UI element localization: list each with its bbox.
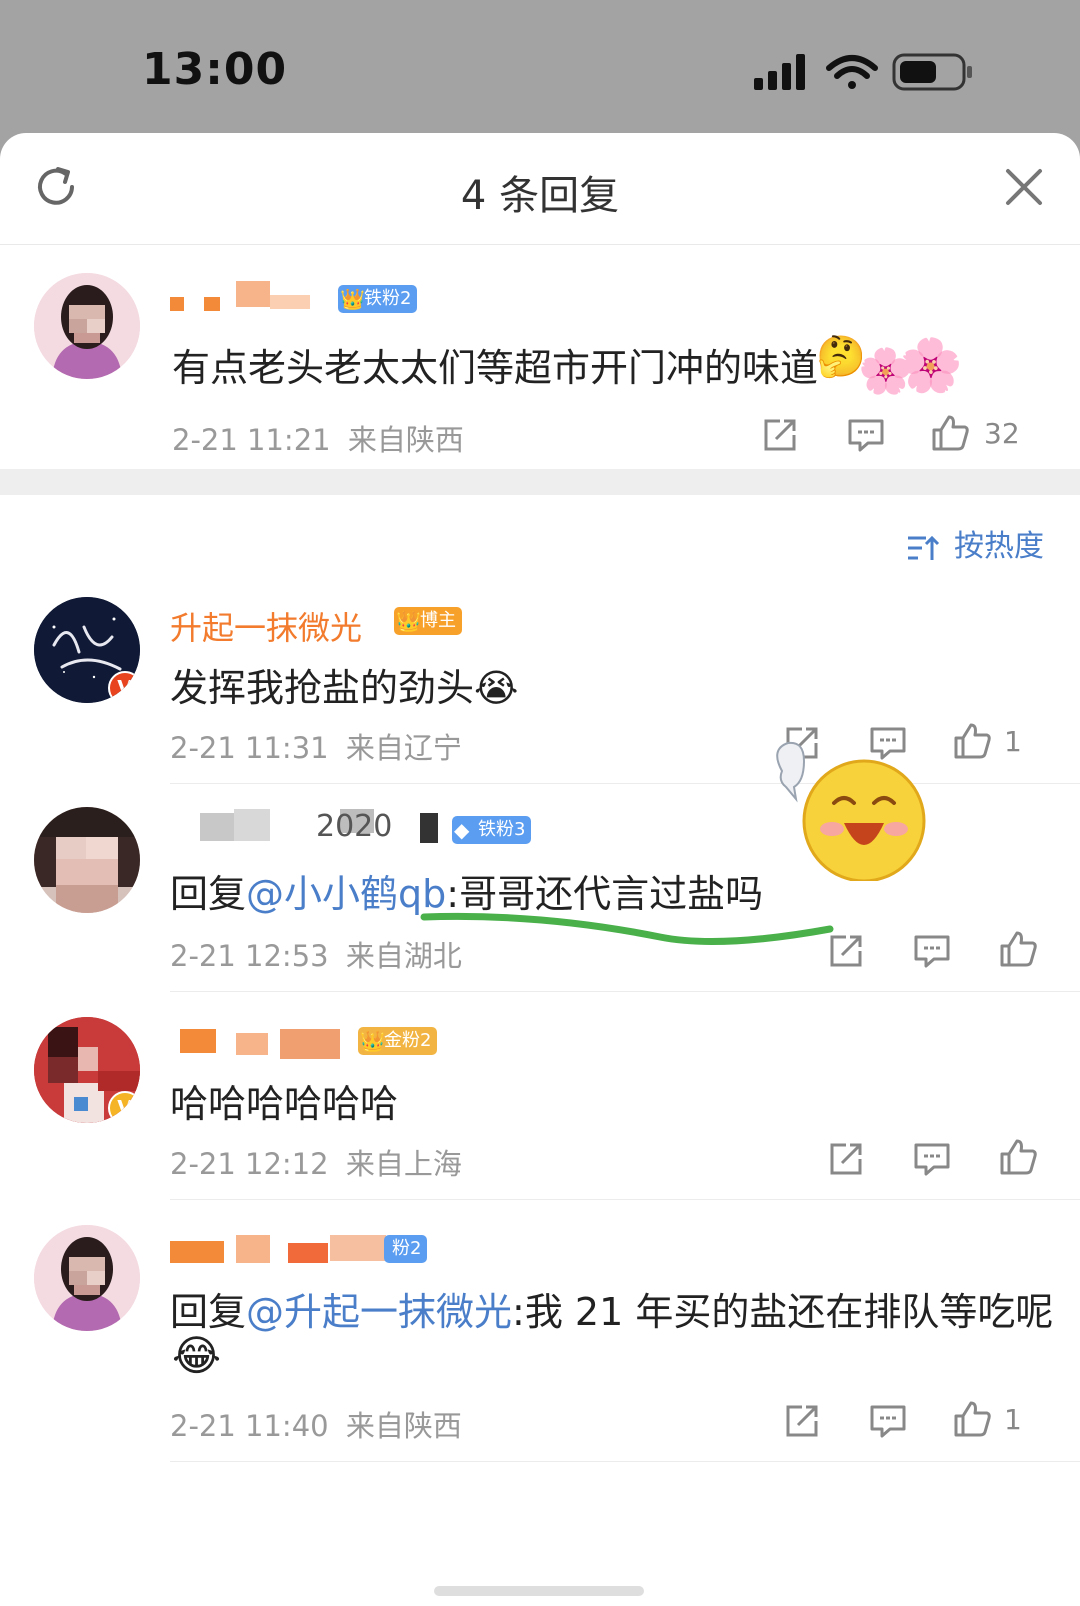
divider [170,1461,1080,1462]
sheet-header: 4 条回复 [0,133,1080,245]
crown-icon: 👑 [360,1029,385,1053]
comment-button[interactable] [846,415,886,459]
comment-meta: 2-21 12:12 来自上海 [170,1147,462,1181]
mention-link[interactable]: @小小鹤qb [246,872,446,916]
like-icon [932,415,969,451]
share-icon [786,1405,818,1437]
share-icon [764,419,796,451]
wifi-icon [826,55,878,89]
like-button[interactable] [952,1399,992,1443]
emoji-laughing-icon: 😂 [172,1331,222,1380]
like-icon [954,723,991,759]
avatar[interactable] [34,273,140,379]
like-button[interactable] [998,929,1038,973]
like-icon [1000,1139,1037,1175]
like-count: 1 [1004,1403,1022,1436]
comment-button[interactable] [912,1139,952,1183]
avatar[interactable] [34,1225,140,1331]
comment-meta: 2-21 12:53 来自湖北 [170,939,462,973]
avatar[interactable]: V [34,1017,140,1123]
home-indicator [434,1586,644,1596]
section-gap [0,469,1080,495]
divider [170,991,1080,992]
avatar[interactable] [34,807,140,913]
sheet-title: 4 条回复 [460,173,620,219]
status-bar: 13:00 [0,0,1080,135]
fan-badge: 👑 金粉2 [358,1027,438,1055]
green-underline-annotation [420,912,834,945]
verified-badge-icon: V [108,1091,140,1123]
username[interactable]: 升起一抹微光 [170,603,362,649]
divider [170,1199,1080,1200]
comment-icon [914,1143,950,1176]
emoji-crying-icon: 😭 [474,666,519,710]
reply-sheet: 4 条回复 👑 铁粉2 有点老头老太太们等超市开门冲的味道 🤔 🌸 🌸 2-21… [0,133,1080,1606]
comment-icon [870,1405,906,1438]
comment-text: 有点老头老太太们等超市开门冲的味道 [172,346,819,390]
share-button[interactable] [782,1401,822,1445]
sort-button[interactable]: 按热度 [906,521,1044,565]
comment-text: 回复@升起一抹微光:我 21 年买的盐还在排队等吃呢 [170,1290,1054,1334]
blogger-badge: 👑 博主 [394,607,462,635]
comment-button[interactable] [912,931,952,975]
username-obscured[interactable] [170,1231,390,1271]
like-button[interactable] [930,413,970,457]
comment-text: 发挥我抢盐的劲头😭 [170,666,519,710]
like-count: 1 [1004,725,1022,758]
comment-icon [848,419,884,452]
battery-icon [892,53,972,91]
close-icon[interactable] [1002,165,1046,209]
emoji-happy-sticker-icon [776,741,926,881]
username-obscured[interactable] [170,275,330,315]
root-comment: 👑 铁粉2 有点老头老太太们等超市开门冲的味道 🤔 🌸 🌸 2-21 11:21… [0,245,1080,469]
avatar[interactable]: V [34,597,140,703]
comment-button[interactable] [868,1401,908,1445]
sort-icon [908,535,940,560]
comment-meta: 2-21 11:40 来自陕西 [170,1409,462,1443]
share-icon [830,935,862,967]
share-icon [830,1143,862,1175]
signal-icon [754,54,805,90]
verified-badge-icon: V [108,671,140,703]
crown-icon: 👑 [340,287,365,311]
comment-meta: 2-21 11:31 来自辽宁 [170,731,462,765]
divider [170,783,1080,784]
fan-badge: 粉2 [384,1235,428,1263]
like-button[interactable] [952,721,992,765]
username-fragment: 2020 [316,809,393,844]
status-icons [754,53,972,91]
comment-meta: 2-21 11:21 来自陕西 [172,423,464,457]
comment-text: 哈哈哈哈哈哈 [170,1082,399,1126]
like-button[interactable] [998,1137,1038,1181]
like-icon [954,1401,991,1437]
fan-badge: ◆ 铁粉3 [452,816,532,844]
share-button[interactable] [826,931,866,975]
crown-icon: 👑 [396,609,421,633]
share-button[interactable] [760,415,800,459]
flower-decoration-icon: 🌸 [898,336,963,396]
share-button[interactable] [826,1139,866,1183]
diamond-icon: ◆ [454,818,470,842]
fan-badge: 👑 铁粉2 [338,285,418,313]
like-icon [1000,931,1037,967]
mention-link[interactable]: @升起一抹微光 [246,1290,512,1334]
username-obscured[interactable] [170,1025,350,1065]
comment-icon [914,935,950,968]
like-count: 32 [984,417,1020,450]
status-time: 13:00 [142,44,288,95]
